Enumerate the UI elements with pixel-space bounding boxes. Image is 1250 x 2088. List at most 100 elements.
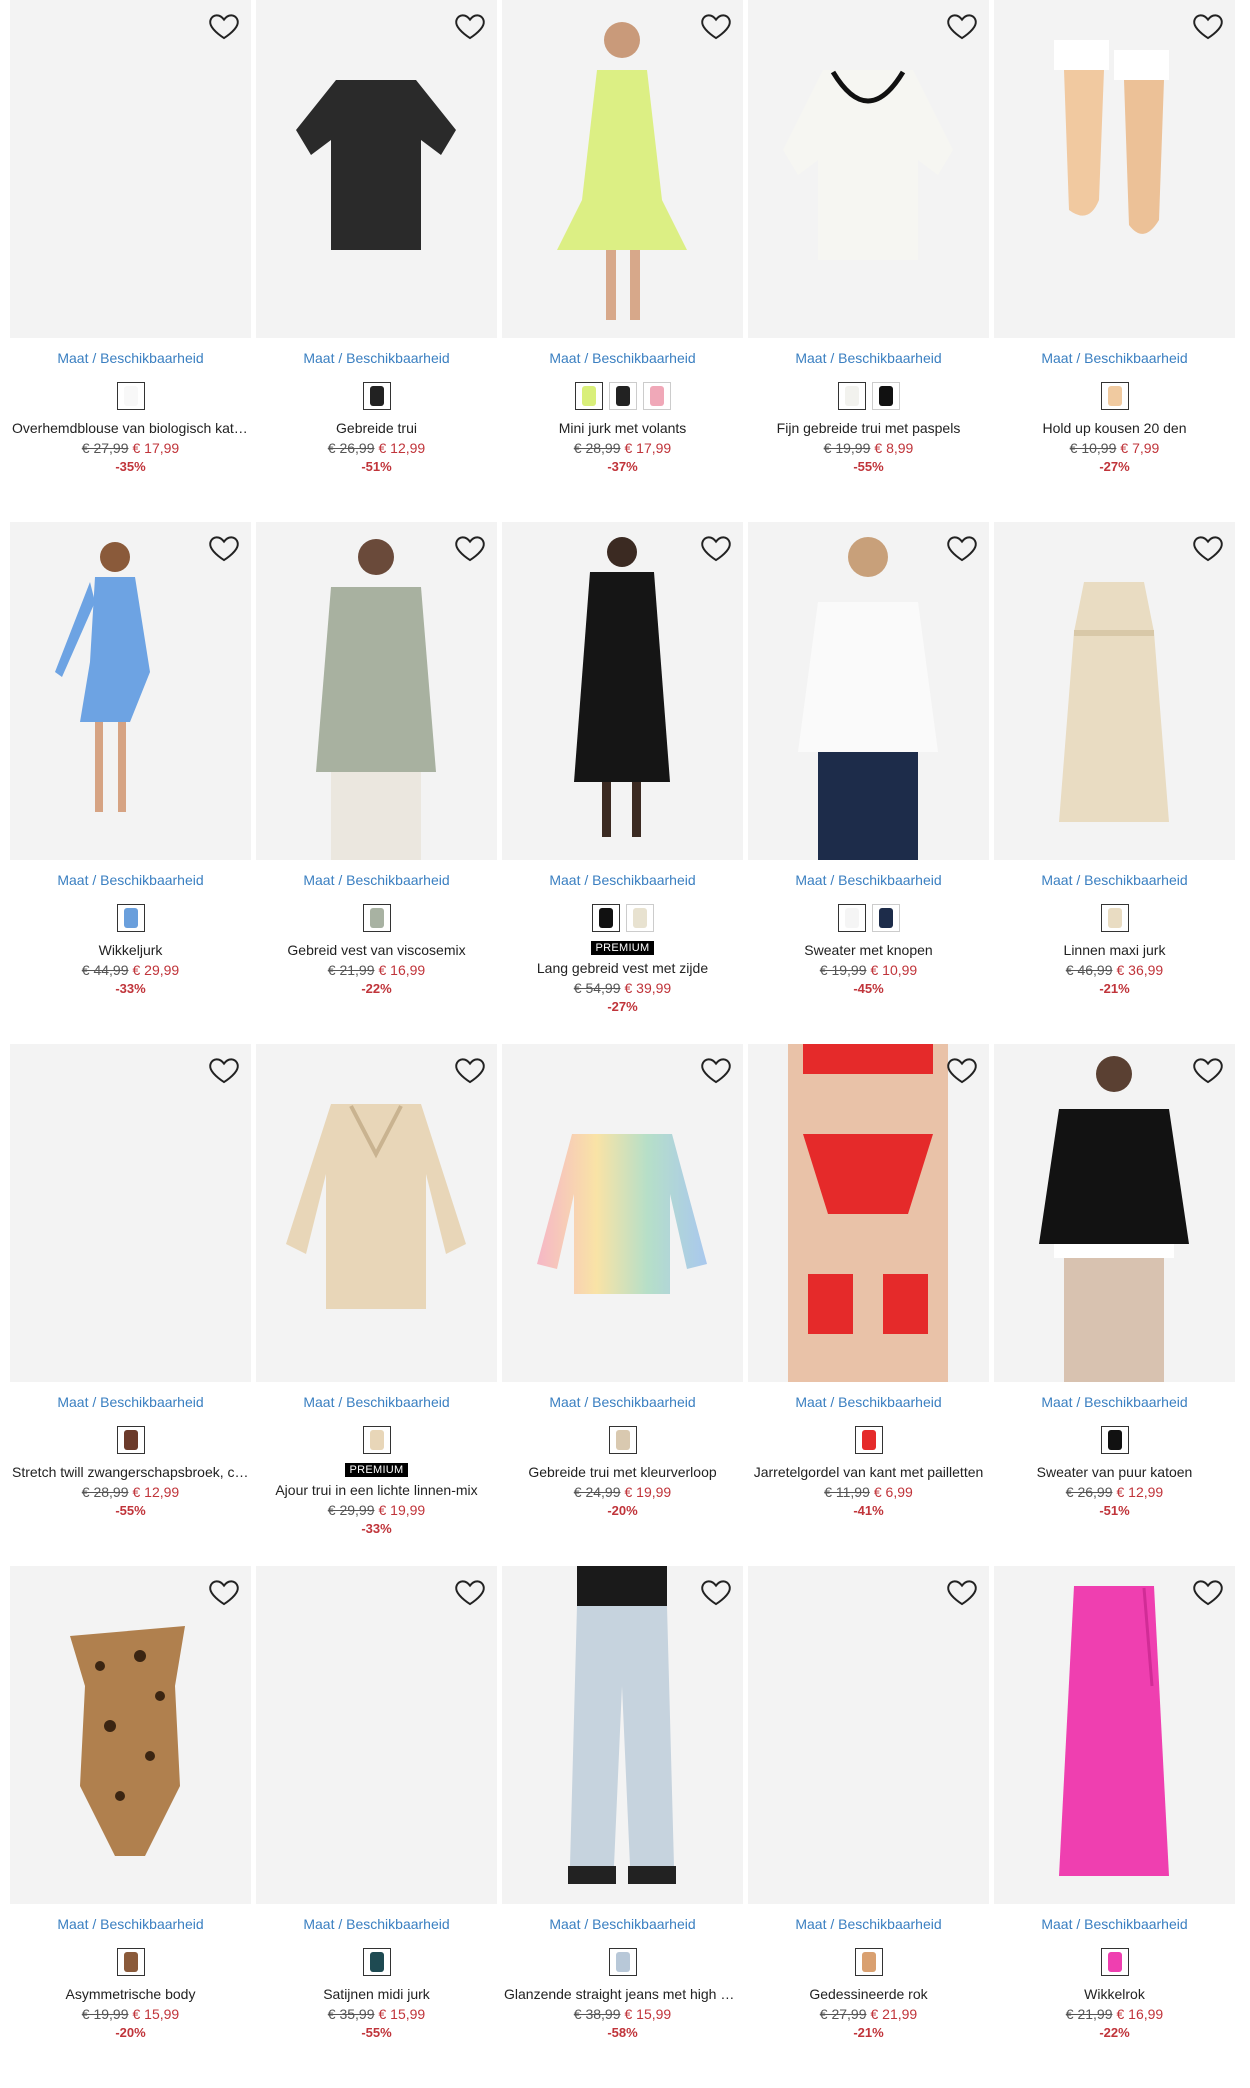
color-swatch[interactable]: [362, 1948, 391, 1976]
product-image[interactable]: [502, 1566, 743, 1904]
product-name[interactable]: Satijnen midi jurk: [256, 1986, 497, 2002]
product-name[interactable]: Gebreide trui met kleurverloop: [502, 1464, 743, 1480]
product-image[interactable]: [502, 1044, 743, 1382]
wishlist-heart-icon[interactable]: [1191, 9, 1225, 43]
product-card[interactable]: Maat / Beschikbaarheid Wikkelrok € 21,99 € …: [994, 1566, 1235, 2088]
size-availability-link[interactable]: Maat / Beschikbaarheid: [748, 872, 989, 890]
wishlist-heart-icon[interactable]: [453, 1575, 487, 1609]
product-card[interactable]: Maat / Beschikbaarheid Gebreide trui met …: [502, 1044, 743, 1566]
product-name[interactable]: Gedessineerde rok: [748, 1986, 989, 2002]
size-availability-link[interactable]: Maat / Beschikbaarheid: [748, 1394, 989, 1412]
size-availability-link[interactable]: Maat / Beschikbaarheid: [502, 872, 743, 890]
color-swatch[interactable]: [608, 1426, 637, 1454]
color-swatch[interactable]: [362, 1426, 391, 1454]
size-availability-link[interactable]: Maat / Beschikbaarheid: [994, 350, 1235, 368]
size-availability-link[interactable]: Maat / Beschikbaarheid: [10, 350, 251, 368]
wishlist-heart-icon[interactable]: [1191, 1053, 1225, 1087]
size-availability-link[interactable]: Maat / Beschikbaarheid: [256, 1394, 497, 1412]
size-availability-link[interactable]: Maat / Beschikbaarheid: [10, 872, 251, 890]
color-swatch[interactable]: [116, 1426, 145, 1454]
wishlist-heart-icon[interactable]: [207, 1053, 241, 1087]
wishlist-heart-icon[interactable]: [945, 1575, 979, 1609]
wishlist-heart-icon[interactable]: [1191, 531, 1225, 565]
color-swatch[interactable]: [854, 1948, 883, 1976]
product-image[interactable]: [256, 0, 497, 338]
product-name[interactable]: Mini jurk met volants: [502, 420, 743, 436]
product-image[interactable]: [10, 1566, 251, 1904]
wishlist-heart-icon[interactable]: [207, 9, 241, 43]
product-image[interactable]: [10, 1044, 251, 1382]
product-card[interactable]: Maat / Beschikbaarheid PREMIUM Ajour trui …: [256, 1044, 497, 1566]
product-card[interactable]: Maat / Beschikbaarheid Gebreid vest van v…: [256, 522, 497, 1044]
product-image[interactable]: [994, 522, 1235, 860]
color-swatch[interactable]: [1100, 1426, 1129, 1454]
product-card[interactable]: Maat / Beschikbaarheid Jarretelgordel van…: [748, 1044, 989, 1566]
product-card[interactable]: Maat / Beschikbaarheid Satijnen midi jurk…: [256, 1566, 497, 2088]
product-card[interactable]: Maat / Beschikbaarheid Sweater van puur k…: [994, 1044, 1235, 1566]
size-availability-link[interactable]: Maat / Beschikbaarheid: [502, 350, 743, 368]
size-availability-link[interactable]: Maat / Beschikbaarheid: [994, 1394, 1235, 1412]
color-swatch[interactable]: [837, 382, 866, 410]
color-swatch[interactable]: [871, 904, 900, 932]
color-swatch[interactable]: [642, 382, 671, 410]
color-swatch[interactable]: [362, 382, 391, 410]
color-swatch[interactable]: [1100, 904, 1129, 932]
product-card[interactable]: Maat / Beschikbaarheid Overhemdblouse van…: [10, 0, 251, 522]
size-availability-link[interactable]: Maat / Beschikbaarheid: [502, 1916, 743, 1934]
size-availability-link[interactable]: Maat / Beschikbaarheid: [10, 1394, 251, 1412]
wishlist-heart-icon[interactable]: [207, 531, 241, 565]
wishlist-heart-icon[interactable]: [453, 531, 487, 565]
color-swatch[interactable]: [362, 904, 391, 932]
size-availability-link[interactable]: Maat / Beschikbaarheid: [994, 872, 1235, 890]
product-image[interactable]: [994, 0, 1235, 338]
wishlist-heart-icon[interactable]: [699, 9, 733, 43]
size-availability-link[interactable]: Maat / Beschikbaarheid: [256, 1916, 497, 1934]
product-image[interactable]: [994, 1566, 1235, 1904]
product-name[interactable]: Hold up kousen 20 den: [994, 420, 1235, 436]
product-name[interactable]: Jarretelgordel van kant met pailletten: [748, 1464, 989, 1480]
product-name[interactable]: Wikkeljurk: [10, 942, 251, 958]
product-card[interactable]: Maat / Beschikbaarheid Hold up kousen 20 …: [994, 0, 1235, 522]
product-card[interactable]: Maat / Beschikbaarheid Gedessineerde rok €…: [748, 1566, 989, 2088]
wishlist-heart-icon[interactable]: [699, 1575, 733, 1609]
product-name[interactable]: Lang gebreid vest met zijde: [502, 960, 743, 976]
product-image[interactable]: [748, 0, 989, 338]
product-card[interactable]: Maat / Beschikbaarheid Glanzende straight…: [502, 1566, 743, 2088]
color-swatch[interactable]: [116, 904, 145, 932]
wishlist-heart-icon[interactable]: [453, 9, 487, 43]
color-swatch[interactable]: [608, 1948, 637, 1976]
color-swatch[interactable]: [854, 1426, 883, 1454]
product-image[interactable]: [10, 522, 251, 860]
size-availability-link[interactable]: Maat / Beschikbaarheid: [748, 1916, 989, 1934]
size-availability-link[interactable]: Maat / Beschikbaarheid: [10, 1916, 251, 1934]
color-swatch[interactable]: [1100, 382, 1129, 410]
product-name[interactable]: Gebreide trui: [256, 420, 497, 436]
product-name[interactable]: Overhemdblouse van biologisch katoen: [10, 420, 251, 436]
size-availability-link[interactable]: Maat / Beschikbaarheid: [256, 350, 497, 368]
wishlist-heart-icon[interactable]: [453, 1053, 487, 1087]
product-name[interactable]: Linnen maxi jurk: [994, 942, 1235, 958]
wishlist-heart-icon[interactable]: [699, 1053, 733, 1087]
product-image[interactable]: [256, 522, 497, 860]
product-card[interactable]: Maat / Beschikbaarheid Linnen maxi jurk € …: [994, 522, 1235, 1044]
product-card[interactable]: Maat / Beschikbaarheid Sweater met knopen…: [748, 522, 989, 1044]
product-name[interactable]: Wikkelrok: [994, 1986, 1235, 2002]
wishlist-heart-icon[interactable]: [945, 531, 979, 565]
product-card[interactable]: Maat / Beschikbaarheid Wikkeljurk € 44,99 €…: [10, 522, 251, 1044]
wishlist-heart-icon[interactable]: [1191, 1575, 1225, 1609]
product-card[interactable]: Maat / Beschikbaarheid PREMIUM Lang gebrei…: [502, 522, 743, 1044]
product-image[interactable]: [502, 522, 743, 860]
product-name[interactable]: Stretch twill zwangerschapsbroek, croppe…: [10, 1464, 251, 1480]
product-name[interactable]: Gebreid vest van viscosemix: [256, 942, 497, 958]
product-image[interactable]: [10, 0, 251, 338]
color-swatch[interactable]: [837, 904, 866, 932]
color-swatch[interactable]: [625, 904, 654, 932]
product-card[interactable]: Maat / Beschikbaarheid Mini jurk met vola…: [502, 0, 743, 522]
product-card[interactable]: Maat / Beschikbaarheid Gebreide trui € 26,…: [256, 0, 497, 522]
product-image[interactable]: [502, 0, 743, 338]
product-name[interactable]: Asymmetrische body: [10, 1986, 251, 2002]
product-card[interactable]: Maat / Beschikbaarheid Fijn gebreide trui…: [748, 0, 989, 522]
product-card[interactable]: Maat / Beschikbaarheid Stretch twill zwan…: [10, 1044, 251, 1566]
product-name[interactable]: Sweater met knopen: [748, 942, 989, 958]
product-image[interactable]: [748, 1566, 989, 1904]
